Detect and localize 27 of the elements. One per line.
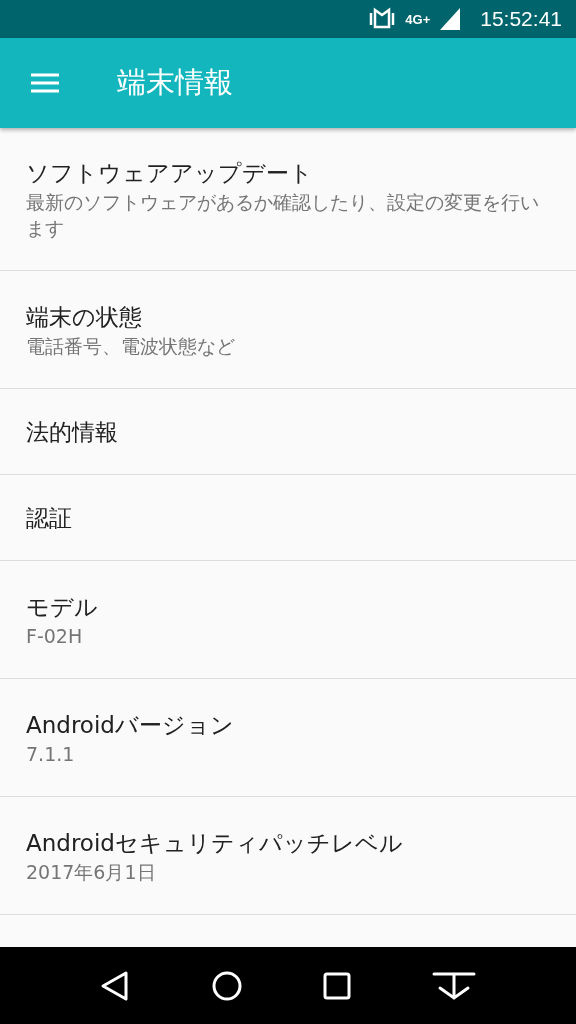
item-title: 認証 [26, 503, 73, 533]
home-button[interactable] [210, 969, 243, 1002]
item-title: 法的情報 [26, 417, 119, 447]
settings-item[interactable]: モデル F-02H [0, 561, 576, 679]
item-summary: 2017年6月1日 [26, 859, 157, 885]
settings-item[interactable]: Androidバージョン 7.1.1 [0, 679, 576, 797]
settings-item[interactable]: 法的情報 [0, 389, 576, 475]
recents-button[interactable] [323, 971, 352, 1000]
network-type: 4G+ [405, 11, 431, 27]
settings-item[interactable]: Androidセキュリティパッチレベル 2017年6月1日 [0, 797, 576, 915]
signal-icon [440, 8, 461, 30]
page-title: 端末情報 [117, 64, 233, 101]
settings-item[interactable]: 端末の状態 電話番号、電波状態など [0, 271, 576, 389]
item-summary: F-02H [26, 623, 84, 649]
item-title: Androidバージョン [26, 710, 235, 740]
hide-keyboard-button[interactable] [431, 970, 476, 1001]
settings-item[interactable]: 認証 [0, 475, 576, 561]
item-title: Androidセキュリティパッチレベル [26, 828, 404, 858]
item-title: ソフトウェアアップデート [26, 159, 314, 188]
item-title: 端末の状態 [26, 302, 143, 332]
item-title: モデル [26, 592, 99, 622]
back-button[interactable] [100, 969, 131, 1002]
item-summary: 最新のソフトウェアがあるか確認したり、設定の変更を行います [26, 190, 540, 241]
item-summary: 7.1.1 [26, 741, 76, 767]
settings-item[interactable]: ソフトウェアアップデート 最新のソフトウェアがあるか確認したり、設定の変更を行います [0, 128, 576, 271]
clock: 15:52:41 [480, 7, 562, 31]
item-summary: 電話番号、電波状態など [26, 333, 236, 359]
